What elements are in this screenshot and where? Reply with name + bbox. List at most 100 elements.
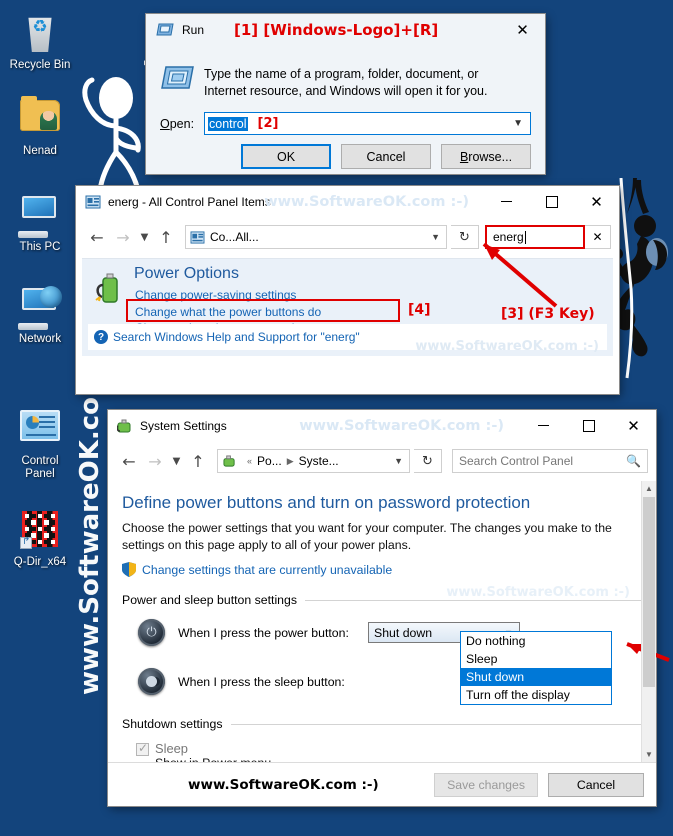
open-label: Open: [160, 116, 195, 131]
sleep-checkbox-row[interactable]: Sleep Show in Power menu. [136, 741, 656, 762]
desktop-watermark: www.SoftwareOK.com :-) [75, 327, 105, 695]
close-icon[interactable]: ✕ [574, 186, 619, 217]
forward-button[interactable]: → [142, 448, 168, 474]
recent-locations-button[interactable]: ▼ [168, 448, 185, 474]
system-settings-title: System Settings [140, 418, 227, 433]
dropdown-option-turn-off-display[interactable]: Turn off the display [461, 686, 611, 704]
scroll-down-icon[interactable]: ▼ [642, 747, 656, 762]
breadcrumb-item-1[interactable]: All... [235, 230, 258, 244]
breadcrumb[interactable]: ▶ Co... ▶ All... ▶ ▼ [185, 225, 447, 325]
desktop-icon-label: This PC [19, 241, 61, 253]
close-icon[interactable]: ✕ [500, 14, 545, 45]
back-button[interactable]: ← [84, 224, 110, 250]
annotation-arrow-step-3 [482, 242, 558, 308]
annotation-step-1: [1] [Windows-Logo]+[R] [234, 21, 439, 39]
run-dialog-titlebar[interactable]: Run [1] [Windows-Logo]+[R] ✕ [146, 14, 545, 45]
sleep-button-icon [138, 668, 165, 695]
search-icon: 🔍 [626, 454, 641, 468]
this-pc-icon [18, 196, 62, 238]
recent-locations-button[interactable]: ▼ [136, 224, 153, 250]
power-button-icon [138, 619, 165, 646]
system-settings-content: Define power buttons and turn on passwor… [108, 481, 656, 762]
system-settings-window-buttons: ✕ [521, 410, 656, 441]
group-label-power: Power and sleep button settings [122, 593, 642, 607]
vertical-scrollbar[interactable]: ▲ ▼ [641, 481, 656, 762]
power-button-dropdown-list[interactable]: Do nothing Sleep Shut down Turn off the … [460, 631, 612, 705]
breadcrumb-item-0[interactable]: Po... [257, 454, 282, 468]
network-icon [18, 286, 62, 330]
run-open-row: Open: control [2] ▼ [160, 112, 531, 135]
control-panel-title: energ - All Control Panel Items [108, 194, 271, 209]
sleep-checkbox[interactable] [136, 741, 149, 756]
cancel-button[interactable]: Cancel [341, 144, 431, 169]
save-changes-button[interactable]: Save changes [434, 772, 538, 797]
control-panel-window-buttons: ✕ [484, 186, 619, 217]
scrollbar-thumb[interactable] [643, 497, 655, 687]
help-link[interactable]: Search Windows Help and Support for "ene… [113, 330, 360, 344]
run-dialog-buttons: OK Cancel Browse... [146, 144, 531, 169]
desktop-icon-this-pc[interactable]: This PC [4, 196, 76, 254]
desktop-icon-network[interactable]: Network [4, 286, 76, 346]
power-button-label: When I press the power button: [178, 625, 349, 640]
breadcrumb-item-0[interactable]: Co... [210, 230, 235, 244]
page-description: Choose the power settings that you want … [122, 521, 612, 552]
link-change-what-power-buttons-do[interactable]: Change what the power buttons do [135, 304, 321, 321]
results-watermark: www.SoftwareOK.com :-) [415, 339, 599, 354]
desktop-icon-label: Control [21, 455, 59, 467]
cancel-button[interactable]: Cancel [548, 772, 644, 797]
clear-search-icon[interactable]: ✕ [585, 225, 611, 249]
control-panel-window-icon [85, 195, 101, 208]
chevron-right-icon: ▶ [286, 455, 294, 466]
system-settings-titlebar[interactable]: System Settings www.SoftwareOK.com :-) ✕ [108, 410, 656, 441]
run-open-combobox[interactable]: control [2] ▼ [204, 112, 531, 135]
desktop-icon-control-panel[interactable]: Control Panel [4, 404, 76, 481]
close-icon[interactable]: ✕ [611, 410, 656, 441]
refresh-button[interactable]: ↻ [414, 449, 442, 473]
control-panel-titlebar[interactable]: energ - All Control Panel Items www.Soft… [76, 186, 619, 217]
sleep-button-label: When I press the sleep button: [178, 674, 345, 689]
run-dialog-title: Run [182, 22, 205, 37]
breadcrumb-item-1[interactable]: Syste... [299, 454, 339, 468]
minimize-icon[interactable] [521, 410, 566, 441]
maximize-icon[interactable] [529, 186, 574, 217]
group-label-shutdown: Shutdown settings [122, 717, 642, 731]
run-open-value: control [208, 116, 248, 131]
run-dialog-description: Type the name of a program, folder, docu… [204, 67, 488, 98]
footer-watermark: www.SoftwareOK.com :-) [188, 776, 379, 793]
dropdown-option-sleep[interactable]: Sleep [461, 650, 611, 668]
search-control-panel-input[interactable]: Search Control Panel 🔍 [452, 449, 648, 473]
desktop-icon-label: Q-Dir_x64 [13, 556, 67, 568]
desktop-icon-label-2: Panel [25, 468, 55, 480]
uac-link-row[interactable]: Change settings that are currently unava… [108, 553, 656, 577]
back-button[interactable]: ← [116, 448, 142, 474]
sleep-checkbox-label: Sleep [155, 741, 188, 756]
chevron-down-icon[interactable]: ▼ [513, 118, 523, 129]
power-button-dropdown-value: Shut down [374, 625, 433, 640]
run-large-icon [161, 66, 194, 89]
help-icon: ? [94, 330, 108, 344]
desktop-icon-qdir[interactable]: Q-Dir_x64 [4, 508, 76, 569]
dropdown-option-shut-down[interactable]: Shut down [461, 668, 611, 686]
uac-shield-icon [122, 562, 136, 577]
page-title: Define power buttons and turn on passwor… [122, 493, 531, 512]
dropdown-option-do-nothing[interactable]: Do nothing [461, 632, 611, 650]
run-dialog-window: Run [1] [Windows-Logo]+[R] ✕ Type the na… [146, 14, 545, 174]
link-change-power-saving-settings[interactable]: Change power-saving settings [135, 287, 321, 304]
ok-button[interactable]: OK [241, 144, 331, 169]
annotation-step-3: [3] (F3 Key) [501, 306, 595, 322]
breadcrumb[interactable]: « Po... ▶ Syste... ▼ [217, 449, 410, 473]
titlebar-watermark: www.SoftwareOK.com :-) [264, 193, 469, 210]
system-settings-window-icon [117, 419, 131, 432]
minimize-icon[interactable] [484, 186, 529, 217]
control-panel-window: energ - All Control Panel Items www.Soft… [76, 186, 619, 394]
up-button[interactable]: ↑ [185, 448, 211, 474]
chevron-down-icon[interactable]: ▼ [394, 456, 403, 466]
titlebar-watermark: www.SoftwareOK.com :-) [299, 417, 504, 434]
forward-button[interactable]: → [110, 224, 136, 250]
scroll-up-icon[interactable]: ▲ [642, 481, 656, 496]
maximize-icon[interactable] [566, 410, 611, 441]
power-options-icon [95, 273, 118, 303]
uac-link[interactable]: Change settings that are currently unava… [142, 563, 392, 577]
up-button[interactable]: ↑ [153, 224, 179, 250]
browse-button[interactable]: Browse... [441, 144, 531, 169]
